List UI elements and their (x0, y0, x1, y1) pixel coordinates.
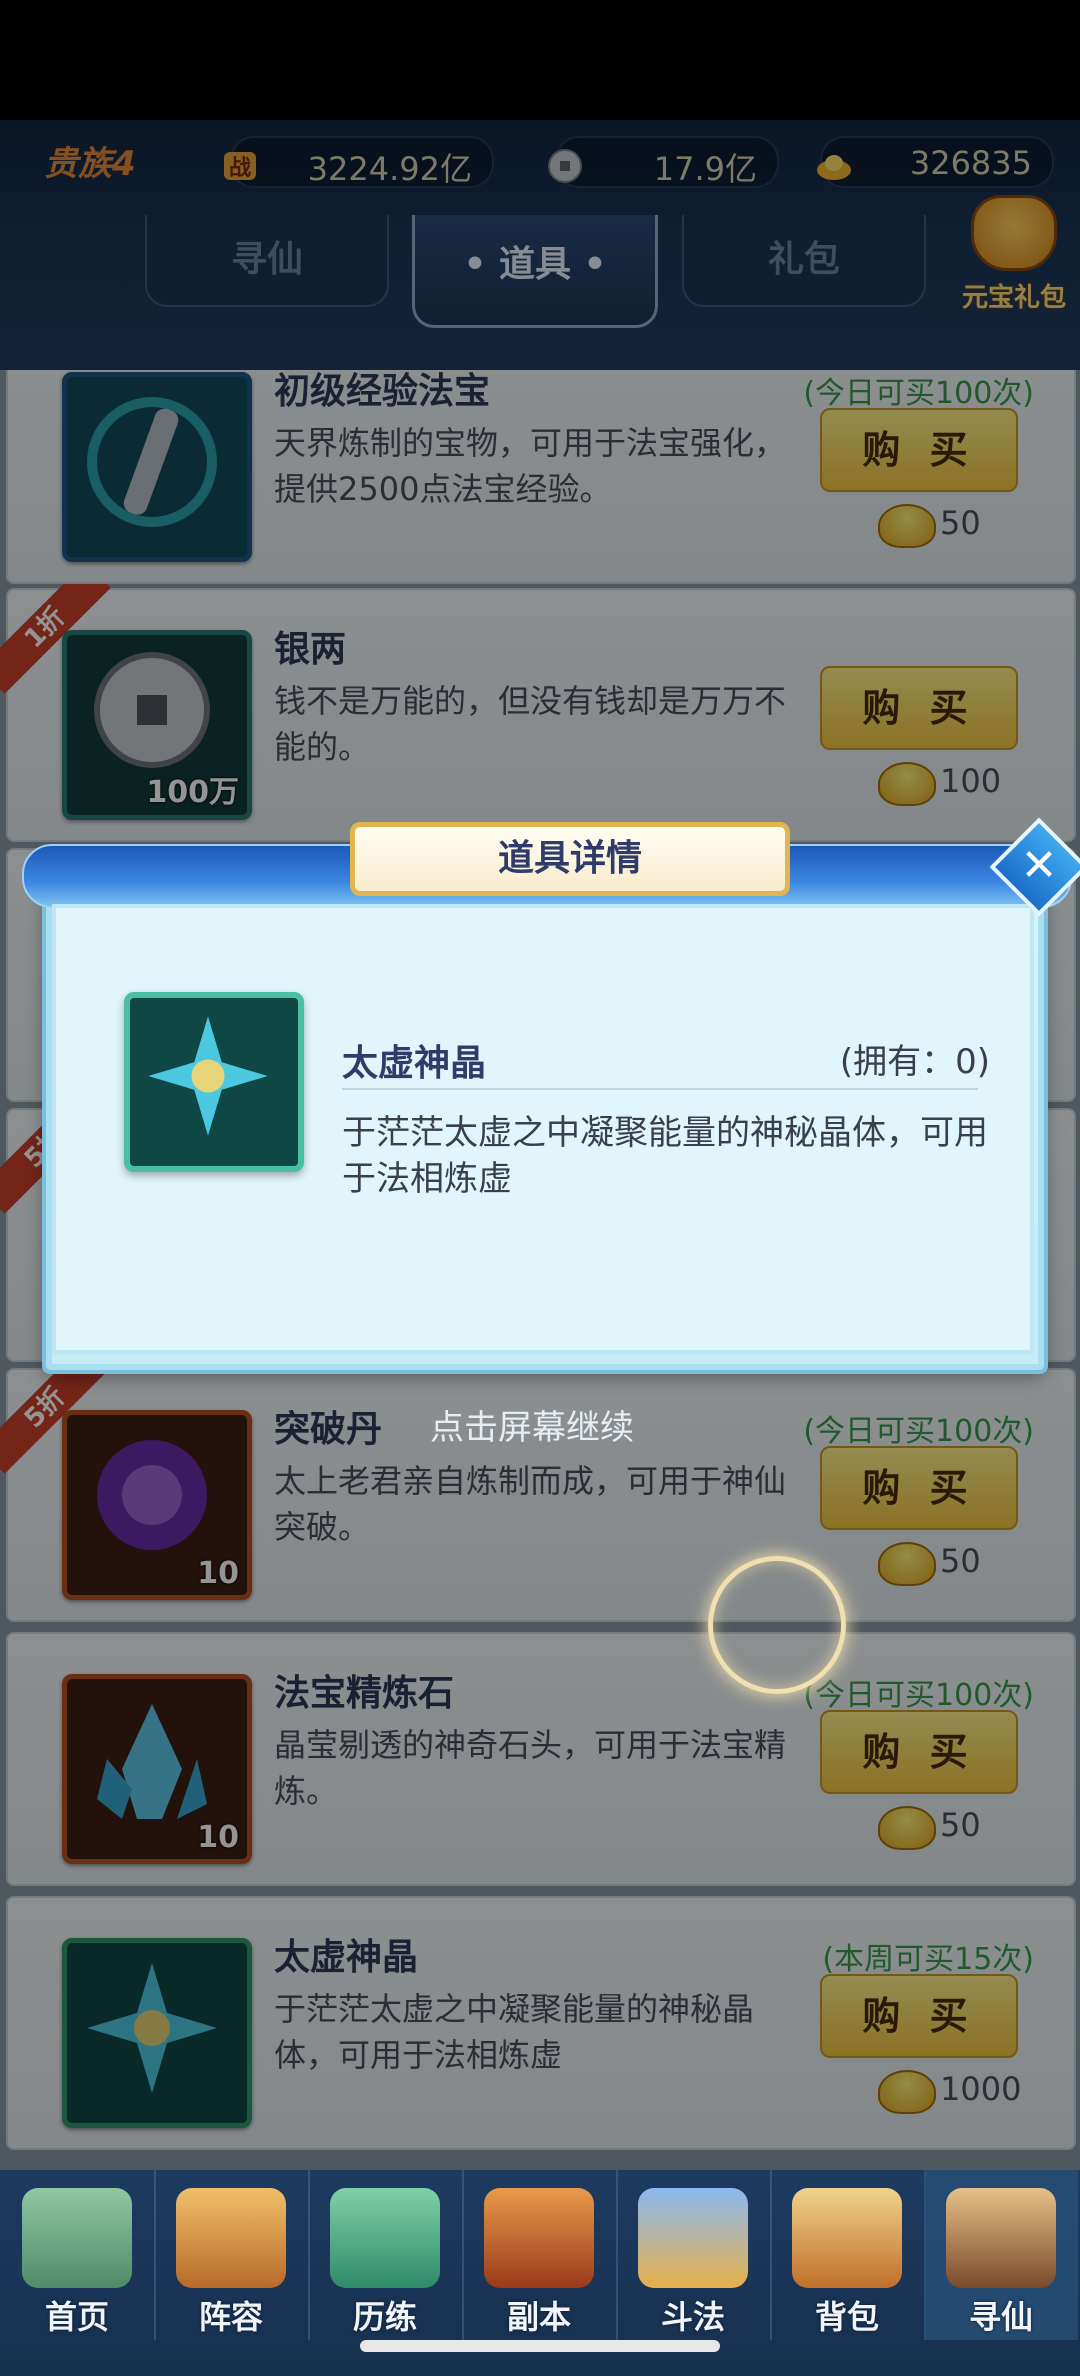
nav-dungeon[interactable]: 副本 (462, 2170, 618, 2340)
item-detail-modal: 道具详情 ✕ 太虚神晶 (拥有：0) 于茫茫太虚之中凝聚能量的神秘晶体，可用于法… (22, 817, 1080, 1370)
lineup-icon (176, 2188, 286, 2288)
tap-effect-ring (708, 1556, 846, 1694)
tap-to-continue-hint: 点击屏幕继续 (430, 1408, 634, 1448)
modal-item-desc: 于茫茫太虚之中凝聚能量的神秘晶体，可用于法相炼虚 (342, 1113, 988, 1199)
nav-lineup[interactable]: 阵容 (154, 2170, 310, 2340)
nav-label: 阵容 (198, 2298, 263, 2336)
home-indicator[interactable] (360, 2340, 720, 2352)
nav-label: 背包 (814, 2298, 879, 2336)
home-icon (22, 2188, 132, 2288)
close-icon: ✕ (1020, 840, 1058, 891)
owned-count: (拥有：0) (839, 1042, 990, 1082)
nav-label: 副本 (506, 2298, 571, 2336)
nav-training[interactable]: 历练 (308, 2170, 464, 2340)
divider (342, 1088, 978, 1090)
nav-label: 历练 (352, 2298, 417, 2336)
xunxian-icon (946, 2188, 1056, 2288)
nav-xunxian[interactable]: 寻仙 (924, 2170, 1078, 2340)
modal-item-name: 太虚神晶 (342, 1043, 487, 1084)
nav-label: 斗法 (660, 2298, 725, 2336)
nav-home[interactable]: 首页 (0, 2170, 156, 2340)
nav-bag[interactable]: 背包 (770, 2170, 926, 2340)
status-bar (0, 0, 1080, 120)
dungeon-icon (484, 2188, 594, 2288)
nav-label: 寻仙 (968, 2298, 1033, 2336)
nav-label: 首页 (44, 2298, 109, 2336)
nav-battle[interactable]: 斗法 (616, 2170, 772, 2340)
battle-icon (638, 2188, 748, 2288)
bag-icon (792, 2188, 902, 2288)
training-icon (330, 2188, 440, 2288)
void-crystal-icon (148, 1016, 268, 1136)
modal-title: 道具详情 (350, 822, 790, 896)
modal-item-thumb (124, 992, 304, 1172)
